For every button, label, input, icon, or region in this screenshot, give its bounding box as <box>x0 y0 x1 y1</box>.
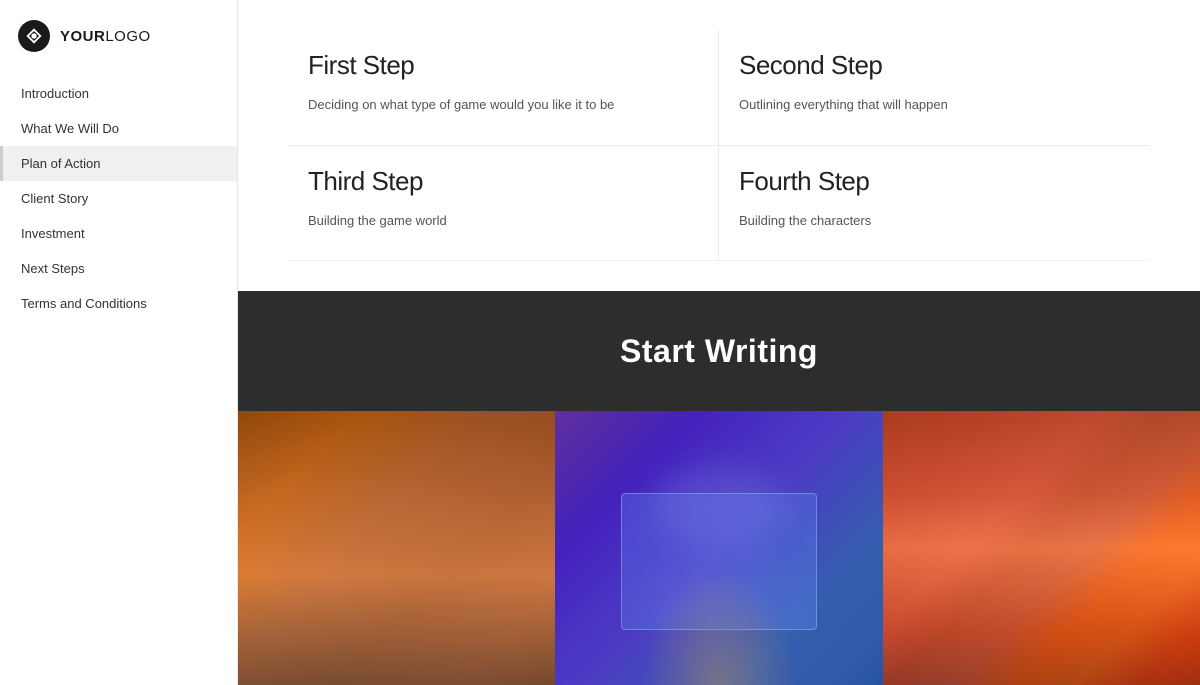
step-item-3: Third Step Building the game world <box>288 146 719 262</box>
step-2-desc: Outlining everything that will happen <box>739 95 1120 115</box>
step-3-desc: Building the game world <box>308 211 688 231</box>
img-panel-right <box>883 411 1200 685</box>
steps-section: First Step Deciding on what type of game… <box>238 0 1200 291</box>
sidebar-item-client-story[interactable]: Client Story <box>0 181 237 216</box>
logo-icon <box>18 20 50 52</box>
step-1-title: First Step <box>308 50 688 81</box>
silhouette-glow <box>629 545 809 685</box>
cta-section: Start Writing <box>238 291 1200 411</box>
logo-text: YOURLOGO <box>60 28 151 45</box>
step-item-4: Fourth Step Building the characters <box>719 146 1150 262</box>
image-section <box>238 411 1200 685</box>
step-item-1: First Step Deciding on what type of game… <box>288 30 719 146</box>
nav-items: Introduction What We Will Do Plan of Act… <box>0 76 237 321</box>
sidebar: YOURLOGO Introduction What We Will Do Pl… <box>0 0 238 685</box>
cta-title: Start Writing <box>620 333 818 370</box>
planet-glow <box>654 466 785 548</box>
main-content: First Step Deciding on what type of game… <box>238 0 1200 685</box>
logo-svg-icon <box>25 27 43 45</box>
sidebar-item-introduction[interactable]: Introduction <box>0 76 237 111</box>
step-item-2: Second Step Outlining everything that wi… <box>719 30 1150 146</box>
sidebar-item-what-we-will-do[interactable]: What We Will Do <box>0 111 237 146</box>
logo-area: YOURLOGO <box>0 0 237 76</box>
sidebar-item-plan-of-action[interactable]: Plan of Action <box>0 146 237 181</box>
step-2-title: Second Step <box>739 50 1120 81</box>
step-4-title: Fourth Step <box>739 166 1120 197</box>
sidebar-item-investment[interactable]: Investment <box>0 216 237 251</box>
step-4-desc: Building the characters <box>739 211 1120 231</box>
step-1-desc: Deciding on what type of game would you … <box>308 95 688 115</box>
steps-grid: First Step Deciding on what type of game… <box>288 30 1150 261</box>
sidebar-item-next-steps[interactable]: Next Steps <box>0 251 237 286</box>
img-panel-left <box>238 411 555 685</box>
step-3-title: Third Step <box>308 166 688 197</box>
sidebar-item-terms-and-conditions[interactable]: Terms and Conditions <box>0 286 237 321</box>
